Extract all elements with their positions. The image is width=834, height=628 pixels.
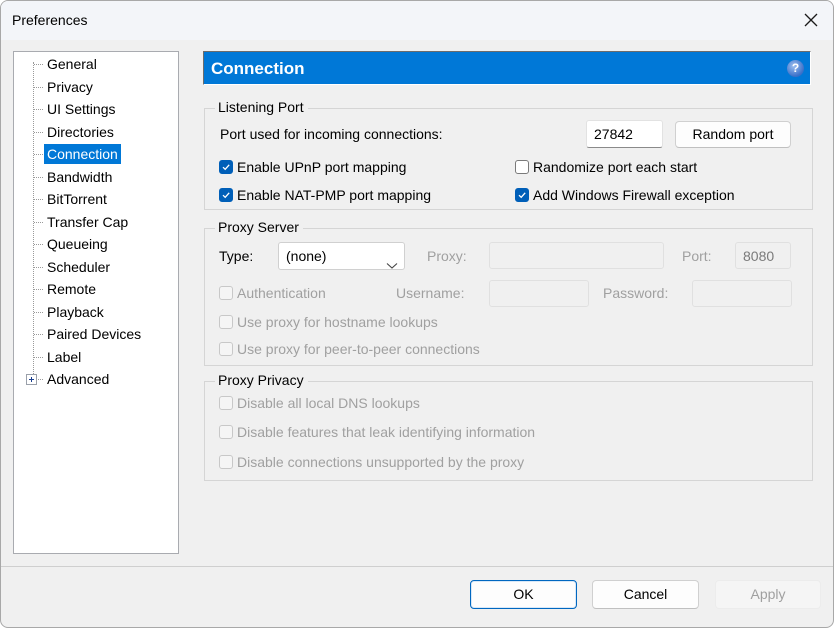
chevron-down-icon <box>386 252 398 278</box>
proxy-server-label: Proxy Server <box>215 219 303 235</box>
section-title: Connection <box>211 59 305 78</box>
disable-unsupported-checkbox[interactable]: Disable connections unsupported by the p… <box>219 454 524 470</box>
sidebar-item-bittorrent[interactable]: BitTorrent <box>44 189 110 209</box>
upnp-checkbox[interactable]: Enable UPnP port mapping <box>219 159 406 175</box>
disable-leak-label: Disable features that leak identifying i… <box>237 424 536 440</box>
sidebar-item-playback[interactable]: Playback <box>44 302 107 322</box>
checkbox-box <box>219 342 233 356</box>
sidebar-item-general[interactable]: General <box>44 54 100 74</box>
upnp-label: Enable UPnP port mapping <box>237 159 407 175</box>
tree-line <box>34 312 43 313</box>
incoming-port-input[interactable]: 27842 <box>586 120 663 148</box>
randomize-port-label: Randomize port each start <box>533 159 698 175</box>
category-tree: General Privacy UI Settings Directories … <box>13 51 179 554</box>
help-icon[interactable]: ? <box>787 60 804 77</box>
listening-port-label: Listening Port <box>215 99 308 115</box>
tree-line <box>34 222 43 223</box>
peer-connections-label: Use proxy for peer-to-peer connections <box>237 341 480 357</box>
title-bar: Preferences <box>1 1 833 40</box>
footer-divider <box>1 566 833 567</box>
tree-line <box>34 267 43 268</box>
window-title: Preferences <box>12 12 88 28</box>
password-input[interactable] <box>692 280 792 307</box>
username-input[interactable] <box>489 280 589 307</box>
proxy-host-input[interactable] <box>489 242 664 269</box>
tree-line <box>34 289 43 290</box>
password-label: Password: <box>603 285 669 301</box>
sidebar-item-label[interactable]: Label <box>44 347 84 367</box>
checkbox-box <box>515 160 529 174</box>
tree-line <box>36 379 43 380</box>
authentication-label: Authentication <box>237 285 326 301</box>
incoming-port-label: Port used for incoming connections: <box>220 126 443 142</box>
checkbox-box <box>219 315 233 329</box>
checkmark-icon <box>515 188 529 202</box>
checkmark-icon <box>219 160 233 174</box>
proxy-type-value: (none) <box>286 248 327 264</box>
expand-plus-icon[interactable] <box>26 374 37 385</box>
random-port-button[interactable]: Random port <box>675 121 791 148</box>
username-label: Username: <box>396 285 465 301</box>
checkbox-box <box>219 455 233 469</box>
cancel-button[interactable]: Cancel <box>592 580 699 609</box>
proxy-host-label: Proxy: <box>427 248 467 264</box>
tree-line <box>34 132 43 133</box>
disable-dns-label: Disable all local DNS lookups <box>237 395 420 411</box>
section-header: Connection ? <box>203 51 811 85</box>
checkmark-icon <box>219 188 233 202</box>
tree-line <box>34 244 43 245</box>
sidebar-item-directories[interactable]: Directories <box>44 122 117 142</box>
tree-line <box>34 357 43 358</box>
ok-button[interactable]: OK <box>470 580 577 609</box>
tree-line <box>34 154 43 155</box>
proxy-port-label: Port: <box>682 248 712 264</box>
sidebar-item-ui-settings[interactable]: UI Settings <box>44 99 118 119</box>
sidebar-item-transfer-cap[interactable]: Transfer Cap <box>44 212 131 232</box>
natpmp-label: Enable NAT-PMP port mapping <box>237 187 432 203</box>
sidebar-item-connection[interactable]: Connection <box>44 144 121 164</box>
preferences-window: Preferences General Privacy UI Settings … <box>0 0 834 628</box>
sidebar-item-remote[interactable]: Remote <box>44 279 99 299</box>
sidebar-item-advanced[interactable]: Advanced <box>44 369 112 389</box>
close-icon[interactable] <box>801 10 821 30</box>
disable-unsupported-label: Disable connections unsupported by the p… <box>237 454 525 470</box>
peer-connections-checkbox[interactable]: Use proxy for peer-to-peer connections <box>219 341 480 357</box>
tree-line <box>34 177 43 178</box>
checkbox-box <box>219 286 233 300</box>
firewall-exception-checkbox[interactable]: Add Windows Firewall exception <box>515 187 735 203</box>
tree-line <box>34 334 43 335</box>
apply-button[interactable]: Apply <box>715 580 821 609</box>
checkbox-box <box>219 396 233 410</box>
tree-line <box>34 64 43 65</box>
hostname-lookups-label: Use proxy for hostname lookups <box>237 314 438 330</box>
tree-line <box>34 199 43 200</box>
natpmp-checkbox[interactable]: Enable NAT-PMP port mapping <box>219 187 431 203</box>
tree-line <box>34 109 43 110</box>
sidebar-item-privacy[interactable]: Privacy <box>44 77 96 97</box>
tree-line <box>34 87 43 88</box>
randomize-port-checkbox[interactable]: Randomize port each start <box>515 159 697 175</box>
proxy-port-input[interactable]: 8080 <box>735 242 791 269</box>
proxy-privacy-label: Proxy Privacy <box>215 372 308 388</box>
sidebar-item-paired-devices[interactable]: Paired Devices <box>44 324 144 344</box>
sidebar-item-bandwidth[interactable]: Bandwidth <box>44 167 115 187</box>
hostname-lookups-checkbox[interactable]: Use proxy for hostname lookups <box>219 314 438 330</box>
disable-dns-checkbox[interactable]: Disable all local DNS lookups <box>219 395 420 411</box>
proxy-type-label: Type: <box>219 248 254 264</box>
sidebar-item-scheduler[interactable]: Scheduler <box>44 257 113 277</box>
firewall-exception-label: Add Windows Firewall exception <box>533 187 735 203</box>
checkbox-box <box>219 425 233 439</box>
proxy-type-select[interactable]: (none) <box>278 242 405 270</box>
disable-leak-checkbox[interactable]: Disable features that leak identifying i… <box>219 424 535 440</box>
sidebar-item-queueing[interactable]: Queueing <box>44 234 111 254</box>
authentication-checkbox[interactable]: Authentication <box>219 285 326 301</box>
